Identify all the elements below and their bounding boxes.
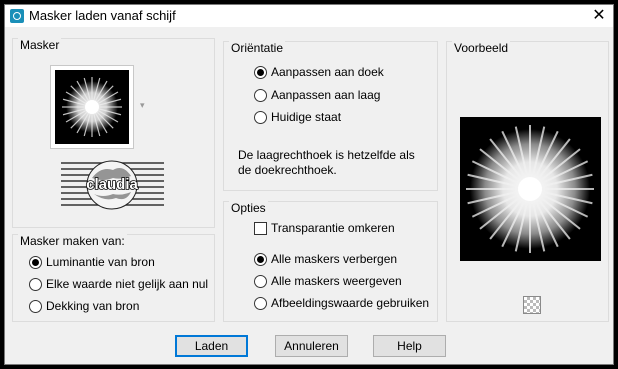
invert-transparency-checkbox[interactable]: Transparantie omkeren (254, 220, 395, 236)
preview-group-title: Voorbeeld (452, 41, 511, 55)
source-option-label: Elke waarde niet gelijk aan nul (46, 277, 209, 291)
checkbox[interactable] (254, 221, 267, 235)
app-icon (10, 9, 24, 23)
claudia-logo: claudia (61, 158, 164, 212)
help-button[interactable]: Help (373, 335, 446, 357)
close-icon[interactable]: ✕ (591, 8, 607, 24)
mask-thumbnail[interactable] (50, 65, 134, 149)
orientation-note: De laagrechthoek is hetzelfde als de doe… (238, 148, 415, 178)
dialog-window: Masker laden vanaf schijf ✕ Masker ▾ cla… (4, 4, 614, 365)
radio-button[interactable] (29, 277, 42, 291)
source-option-nonzero[interactable]: Elke waarde niet gelijk aan nul (29, 276, 208, 292)
invert-transparency-label: Transparantie omkeren (271, 221, 395, 235)
window-title: Masker laden vanaf schijf (29, 8, 176, 23)
options-radio-label: Alle maskers verbergen (271, 252, 398, 266)
orientation-note-line1: De laagrechthoek is hetzelfde als (238, 148, 415, 162)
radio-button[interactable] (254, 110, 267, 124)
title-bar[interactable]: Masker laden vanaf schijf ✕ (5, 5, 613, 27)
chevron-down-icon[interactable]: ▾ (140, 100, 145, 111)
options-group-title: Opties (229, 201, 268, 215)
cancel-button[interactable]: Annuleren (275, 335, 348, 357)
options-use-image-value[interactable]: Afbeeldingswaarde gebruiken (254, 295, 429, 311)
options-radio-label: Afbeeldingswaarde gebruiken (271, 296, 430, 310)
radio-button[interactable] (254, 88, 267, 102)
orientation-group-title: Oriëntatie (229, 41, 286, 55)
source-option-luminance[interactable]: Luminantie van bron (29, 254, 155, 270)
outer-frame: Masker laden vanaf schijf ✕ Masker ▾ cla… (0, 0, 618, 369)
orientation-option-label: Huidige staat (271, 110, 342, 124)
orientation-option-label: Aanpassen aan doek (271, 65, 384, 79)
source-option-label: Luminantie van bron (46, 255, 155, 269)
mask-starburst-thumbnail (55, 70, 129, 144)
source-option-opacity[interactable]: Dekking van bron (29, 298, 139, 314)
load-button[interactable]: Laden (175, 335, 248, 357)
options-show-all-masks[interactable]: Alle maskers weergeven (254, 273, 402, 289)
radio-button[interactable] (254, 296, 267, 310)
preview-image (460, 117, 601, 261)
source-option-label: Dekking van bron (46, 299, 140, 313)
source-group-title: Masker maken van: (18, 234, 127, 248)
options-radio-label: Alle maskers weergeven (271, 274, 402, 288)
radio-button[interactable] (254, 65, 267, 79)
orientation-note-line2: de doekrechthoek. (238, 163, 337, 177)
orientation-option-fit-layer[interactable]: Aanpassen aan laag (254, 87, 380, 103)
svg-text:claudia: claudia (86, 176, 138, 193)
transparency-checker-icon[interactable] (523, 296, 541, 314)
orientation-option-current[interactable]: Huidige staat (254, 109, 341, 125)
radio-button[interactable] (254, 252, 267, 266)
orientation-option-fit-canvas[interactable]: Aanpassen aan doek (254, 64, 384, 80)
radio-button[interactable] (29, 299, 42, 313)
radio-button[interactable] (254, 274, 267, 288)
options-hide-all-masks[interactable]: Alle maskers verbergen (254, 251, 397, 267)
mask-group-title: Masker (18, 38, 62, 52)
radio-button[interactable] (29, 255, 42, 269)
orientation-option-label: Aanpassen aan laag (271, 88, 381, 102)
